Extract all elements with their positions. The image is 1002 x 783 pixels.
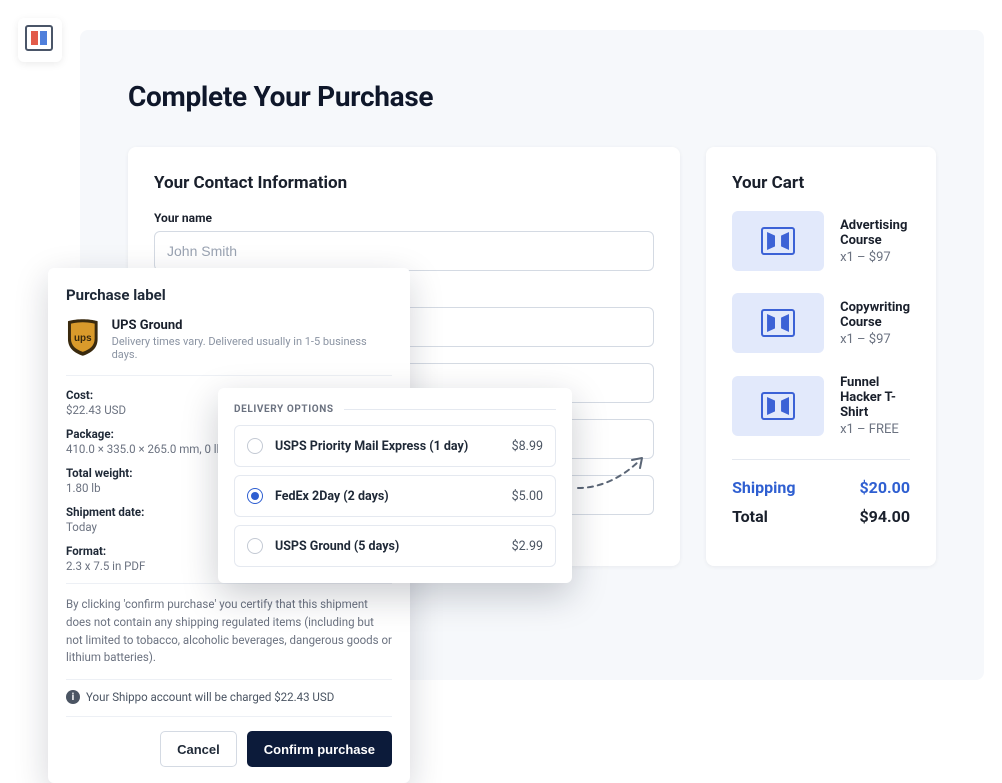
delivery-options-heading-text: DELIVERY OPTIONS [234, 404, 334, 415]
cart-item: Copywriting Course x1 – $97 [732, 293, 910, 353]
cart-item-name: Funnel Hacker T-Shirt [840, 375, 910, 420]
cart-item: Advertising Course x1 – $97 [732, 211, 910, 271]
charge-note: i Your Shippo account will be charged $2… [66, 690, 392, 717]
info-icon: i [66, 690, 80, 704]
carrier-name: UPS Ground [112, 318, 392, 333]
cart-thumbnail [732, 376, 824, 436]
shipping-row: Shipping $20.00 [732, 478, 910, 497]
arrow-icon [576, 454, 650, 494]
delivery-options-heading: DELIVERY OPTIONS [234, 404, 556, 415]
cart-card: Your Cart Advertising Course x1 – $97 Co… [706, 147, 936, 566]
funnel-icon [761, 227, 795, 255]
carrier-desc: Delivery times vary. Delivered usually i… [112, 335, 392, 361]
confirm-purchase-button[interactable]: Confirm purchase [247, 731, 392, 767]
modal-title: Purchase label [66, 286, 392, 304]
delivery-option-label: USPS Priority Mail Express (1 day) [275, 439, 500, 454]
delivery-option-price: $2.99 [512, 539, 543, 554]
shipping-value: $20.00 [859, 478, 910, 497]
radio-icon [247, 488, 263, 504]
cart-item-name: Advertising Course [840, 218, 910, 248]
cart-thumbnail [732, 211, 824, 271]
clickfunnels-logo-icon [25, 25, 55, 55]
cancel-button[interactable]: Cancel [160, 731, 237, 767]
delivery-option-price: $5.00 [512, 489, 543, 504]
funnel-icon [761, 392, 795, 420]
cart-item-name: Copywriting Course [840, 300, 910, 330]
cart-heading: Your Cart [732, 173, 910, 193]
charge-note-text: Your Shippo account will be charged $22.… [86, 690, 334, 704]
svg-text:ups: ups [74, 333, 92, 344]
delivery-option-usps-express[interactable]: USPS Priority Mail Express (1 day) $8.99 [234, 425, 556, 467]
radio-icon [247, 438, 263, 454]
name-input[interactable] [154, 231, 654, 271]
cart-thumbnail [732, 293, 824, 353]
shipping-label: Shipping [732, 478, 795, 497]
name-label: Your name [154, 211, 654, 225]
delivery-option-label: FedEx 2Day (2 days) [275, 489, 500, 504]
delivery-option-usps-ground[interactable]: USPS Ground (5 days) $2.99 [234, 525, 556, 567]
modal-actions: Cancel Confirm purchase [66, 731, 392, 767]
total-value: $94.00 [859, 507, 910, 526]
cart-item-sub: x1 – $97 [840, 332, 910, 347]
cart-item-sub: x1 – $97 [840, 250, 910, 265]
delivery-option-price: $8.99 [512, 439, 543, 454]
carrier-row: ups UPS Ground Delivery times vary. Deli… [66, 318, 392, 376]
page-title: Complete Your Purchase [128, 80, 936, 113]
ups-logo-icon: ups [66, 318, 100, 358]
disclaimer-text: By clicking 'confirm purchase' you certi… [66, 583, 392, 680]
app-logo-badge [18, 18, 62, 62]
delivery-option-fedex-2day[interactable]: FedEx 2Day (2 days) $5.00 [234, 475, 556, 517]
cart-item-sub: x1 – FREE [840, 422, 910, 437]
radio-icon [247, 538, 263, 554]
contact-heading: Your Contact Information [154, 173, 654, 193]
cart-item: Funnel Hacker T-Shirt x1 – FREE [732, 375, 910, 437]
total-label: Total [732, 507, 768, 526]
funnel-icon [761, 309, 795, 337]
delivery-options-panel: DELIVERY OPTIONS USPS Priority Mail Expr… [218, 388, 572, 583]
delivery-option-label: USPS Ground (5 days) [275, 539, 500, 554]
total-row: Total $94.00 [732, 507, 910, 526]
cart-totals: Shipping $20.00 Total $94.00 [732, 459, 910, 526]
